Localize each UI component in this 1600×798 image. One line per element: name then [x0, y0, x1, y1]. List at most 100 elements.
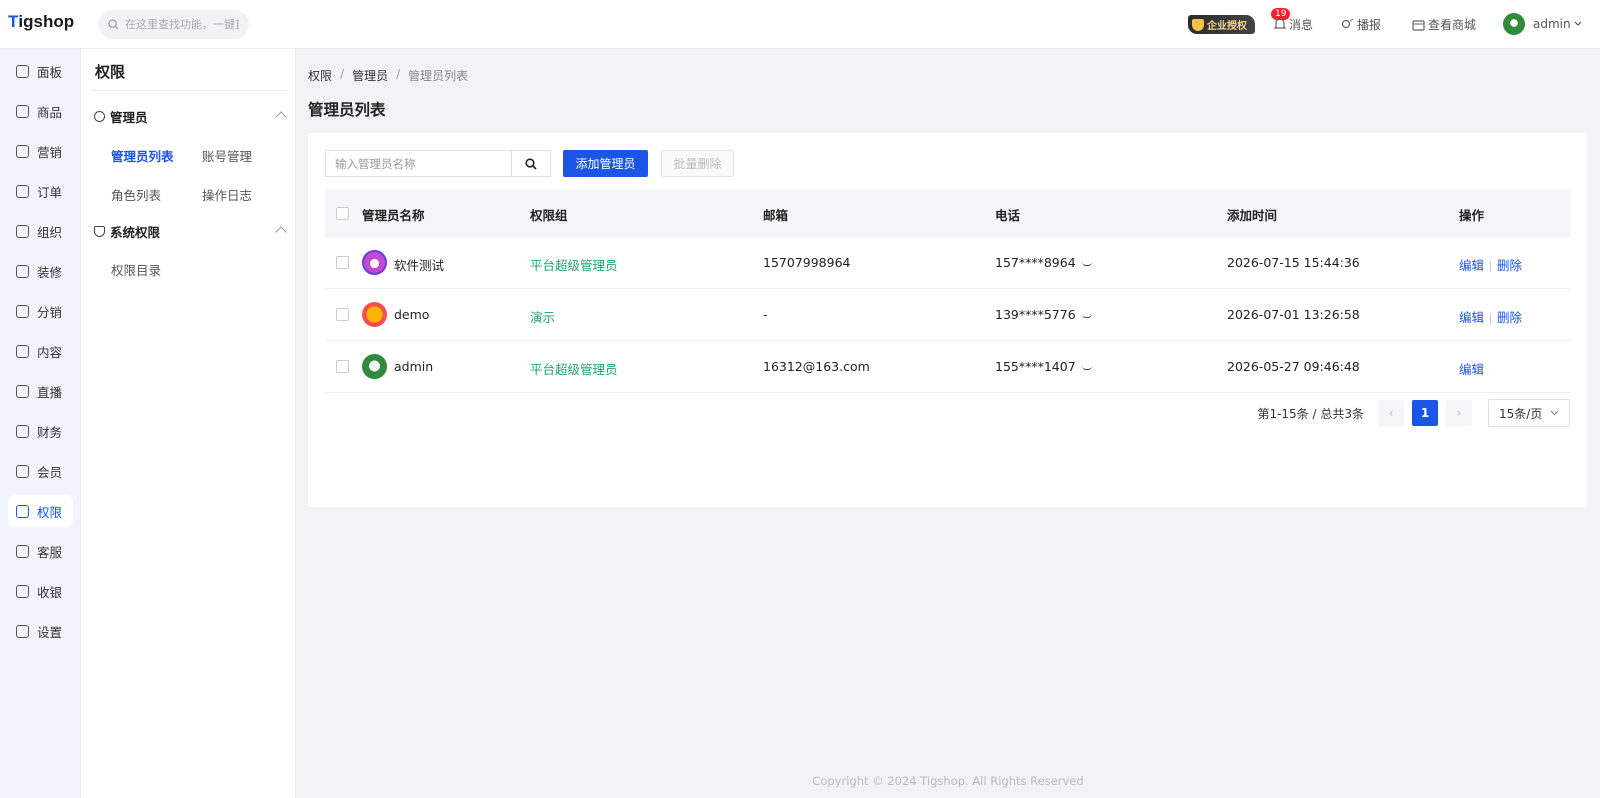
row-checkbox[interactable] — [336, 308, 349, 321]
divider — [91, 90, 286, 91]
sidebar-item[interactable]: 内容 — [8, 335, 73, 367]
delete-link[interactable]: 删除 — [1497, 310, 1522, 325]
sidebar-item-label: 内容 — [37, 344, 63, 360]
broadcast-icon — [1341, 18, 1354, 29]
admin-phone: 155****1407 — [995, 359, 1076, 374]
batch-delete-button[interactable]: 批量删除 — [661, 150, 734, 177]
delete-link[interactable]: 删除 — [1497, 258, 1522, 273]
admin-email: 15707998964 — [763, 255, 851, 270]
user-name: admin — [1533, 17, 1571, 31]
sidebar-item[interactable]: 客服 — [8, 535, 73, 567]
pagination-summary: 第1-15条 / 总共3条 — [1257, 406, 1364, 421]
breadcrumb-item[interactable]: 管理员 — [352, 67, 388, 84]
sidebar-item-label: 设置 — [37, 624, 63, 640]
sidebar-item[interactable]: 面板 — [8, 55, 73, 87]
live-icon — [16, 384, 29, 398]
sidebar-item[interactable]: 营销 — [8, 135, 73, 167]
sub-navigation: 权限 管理员 管理员列表 账号管理 角色列表 操作日志 系统权限 权限目录 — [81, 49, 296, 798]
group-system-permission[interactable]: 系统权限 — [94, 222, 160, 241]
eye-closed-icon[interactable] — [1081, 366, 1092, 370]
logo[interactable]: Tigshop — [8, 12, 74, 32]
marketing-icon — [16, 144, 29, 158]
page-number[interactable]: 1 — [1412, 400, 1438, 426]
group-system-permission-label: 系统权限 — [110, 225, 161, 240]
next-page-button[interactable]: › — [1446, 400, 1472, 426]
table-row: 软件测试 平台超级管理员 15707998964 157****8964 202… — [325, 237, 1570, 289]
divider — [1490, 313, 1492, 324]
breadcrumb-separator: / — [396, 67, 401, 81]
column-header-time: 添加时间 — [1227, 208, 1278, 223]
add-admin-button[interactable]: 添加管理员 — [563, 150, 648, 177]
breadcrumb-item[interactable]: 权限 — [308, 67, 332, 84]
search-button[interactable] — [511, 150, 551, 177]
sidebar-item[interactable]: 分销 — [8, 295, 73, 327]
sidebar-item-label: 组织 — [37, 224, 63, 240]
sidebar-item[interactable]: 装修 — [8, 255, 73, 287]
sidebar-item-label: 直播 — [37, 384, 63, 400]
breadcrumb-current: 管理员列表 — [408, 69, 469, 83]
edit-link[interactable]: 编辑 — [1459, 258, 1484, 273]
added-time: 2026-07-15 15:44:36 — [1227, 255, 1360, 270]
sub-link-account-management[interactable]: 账号管理 — [202, 146, 252, 165]
subnav-title: 权限 — [95, 63, 126, 81]
distribution-icon — [16, 304, 29, 318]
edit-link[interactable]: 编辑 — [1459, 310, 1484, 325]
table-row: admin 平台超级管理员 16312@163.com 155****1407 … — [325, 341, 1570, 393]
group-admin[interactable]: 管理员 — [94, 107, 148, 126]
sidebar-item-label: 营销 — [37, 144, 63, 160]
column-header-name: 管理员名称 — [362, 208, 425, 223]
sub-link-admin-list[interactable]: 管理员列表 — [111, 146, 174, 165]
prev-page-button[interactable]: ‹ — [1378, 400, 1404, 426]
sidebar-item[interactable]: 财务 — [8, 415, 73, 447]
avatar — [362, 250, 387, 275]
page-size-select[interactable]: 15条/页 — [1488, 399, 1570, 427]
chevron-right-icon: › — [1456, 406, 1462, 420]
sidebar-item[interactable]: 设置 — [8, 615, 73, 647]
user-menu[interactable]: admin — [1503, 13, 1582, 35]
enterprise-auth-badge[interactable]: 企业授权 — [1188, 15, 1255, 34]
order-icon — [16, 184, 29, 198]
admin-name: demo — [394, 307, 430, 322]
admin-name-input[interactable]: 输入管理员名称 — [325, 150, 511, 177]
search-input[interactable] — [125, 18, 239, 31]
table-header: 管理员名称 权限组 邮箱 电话 添加时间 操作 — [325, 190, 1570, 237]
edit-link[interactable]: 编辑 — [1459, 362, 1484, 377]
eye-closed-icon[interactable] — [1081, 314, 1092, 318]
sidebar-item[interactable]: 会员 — [8, 455, 73, 487]
admin-name: 软件测试 — [394, 258, 445, 273]
admin-name-placeholder: 输入管理员名称 — [335, 156, 416, 171]
row-checkbox[interactable] — [336, 256, 349, 269]
sub-link-operation-log[interactable]: 操作日志 — [202, 185, 252, 204]
sidebar-item[interactable]: 订单 — [8, 175, 73, 207]
admin-phone: 157****8964 — [995, 255, 1076, 270]
column-header-phone: 电话 — [995, 208, 1021, 223]
view-shop-label: 查看商城 — [1428, 18, 1477, 32]
sub-link-permission-directory[interactable]: 权限目录 — [111, 260, 161, 279]
messages-button[interactable]: 消息 — [1274, 16, 1313, 33]
copyright: Copyright © 2024 Tigshop. All Rights Res… — [812, 774, 1084, 788]
shield-icon — [16, 504, 29, 518]
chevron-left-icon: ‹ — [1388, 406, 1394, 420]
sidebar-item[interactable]: 组织 — [8, 215, 73, 247]
chevron-up-icon[interactable] — [275, 226, 287, 238]
sidebar-item[interactable]: 收银 — [8, 575, 73, 607]
sidebar-item[interactable]: 权限 — [8, 495, 73, 527]
view-shop-button[interactable]: 查看商城 — [1412, 16, 1476, 33]
top-bar: Tigshop 企业授权 19 消息 播报 查看商城 admin — [0, 0, 1600, 49]
cashier-icon — [16, 584, 29, 598]
eye-closed-icon[interactable] — [1081, 262, 1092, 266]
box-icon — [16, 104, 29, 118]
bell-icon — [1274, 18, 1286, 29]
search-icon — [525, 157, 537, 170]
row-checkbox[interactable] — [336, 360, 349, 373]
chevron-up-icon[interactable] — [275, 111, 287, 123]
messages-label: 消息 — [1289, 18, 1314, 32]
sidebar-item[interactable]: 直播 — [8, 375, 73, 407]
global-search[interactable] — [98, 10, 249, 39]
avatar — [362, 302, 387, 327]
sidebar-item[interactable]: 商品 — [8, 95, 73, 127]
shop-icon — [1412, 19, 1425, 31]
select-all-checkbox[interactable] — [336, 207, 349, 220]
broadcast-button[interactable]: 播报 — [1341, 16, 1381, 33]
sub-link-role-list[interactable]: 角色列表 — [111, 185, 161, 204]
